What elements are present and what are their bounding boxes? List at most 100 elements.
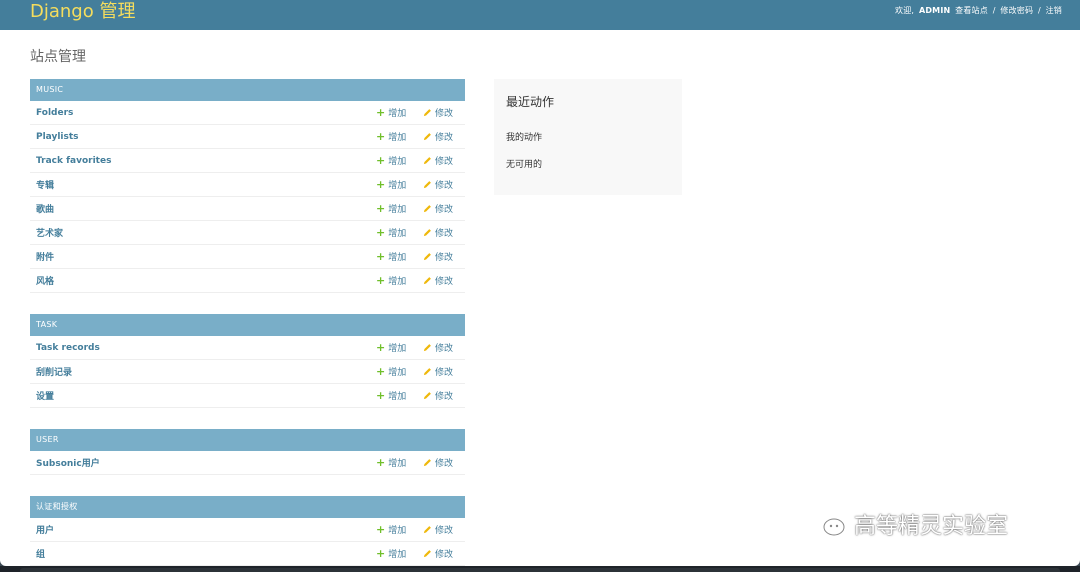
plus-icon: + <box>376 274 386 287</box>
user-tools: 欢迎, ADMIN 查看站点 / 修改密码 / 注销 <box>895 5 1062 16</box>
model-link[interactable]: Folders <box>30 108 376 118</box>
add-label: 增加 <box>388 526 407 536</box>
change-link[interactable]: 修改 <box>423 456 465 469</box>
separator: / <box>1037 5 1041 15</box>
model-link[interactable]: 刮削记录 <box>30 365 376 378</box>
change-link[interactable]: 修改 <box>423 154 465 167</box>
model-link[interactable]: 艺术家 <box>30 226 376 239</box>
change-label: 修改 <box>435 550 454 560</box>
add-label: 增加 <box>388 277 407 287</box>
app-module: USER Subsonic用户 + 增加 修改 <box>30 429 465 475</box>
change-link[interactable]: 修改 <box>423 523 465 536</box>
change-link[interactable]: 修改 <box>423 365 465 378</box>
pencil-icon <box>423 253 431 261</box>
change-link[interactable]: 修改 <box>423 547 465 560</box>
add-label: 增加 <box>388 392 407 402</box>
add-label: 增加 <box>388 157 407 167</box>
app-module: TASK Task records + 增加 修改 刮削记录 + 增加 修改 设置 + 增加 修改 <box>30 314 465 408</box>
change-link[interactable]: 修改 <box>423 130 465 143</box>
plus-icon: + <box>376 523 386 536</box>
change-link[interactable]: 修改 <box>423 178 465 191</box>
add-link[interactable]: + 增加 <box>376 250 423 263</box>
add-link[interactable]: + 增加 <box>376 341 423 354</box>
add-link[interactable]: + 增加 <box>376 365 423 378</box>
module-caption[interactable]: MUSIC <box>30 79 465 101</box>
change-link[interactable]: 修改 <box>423 106 465 119</box>
model-link[interactable]: 专辑 <box>30 178 376 191</box>
content: 站点管理 <box>0 46 1080 65</box>
module-caption[interactable]: 认证和授权 <box>30 496 465 518</box>
pencil-icon <box>423 205 431 213</box>
plus-icon: + <box>376 130 386 143</box>
add-link[interactable]: + 增加 <box>376 547 423 560</box>
add-link[interactable]: + 增加 <box>376 226 423 239</box>
dock-bar-inner <box>20 568 1060 572</box>
add-link[interactable]: + 增加 <box>376 178 423 191</box>
plus-icon: + <box>376 389 386 402</box>
model-link[interactable]: 设置 <box>30 389 376 402</box>
change-label: 修改 <box>435 253 454 263</box>
add-link[interactable]: + 增加 <box>376 106 423 119</box>
plus-icon: + <box>376 154 386 167</box>
model-row: Playlists + 增加 修改 <box>30 125 465 149</box>
pencil-icon <box>423 392 431 400</box>
module-caption[interactable]: TASK <box>30 314 465 336</box>
model-link[interactable]: 附件 <box>30 250 376 263</box>
model-link[interactable]: 用户 <box>30 523 376 536</box>
add-link[interactable]: + 增加 <box>376 202 423 215</box>
plus-icon: + <box>376 456 386 469</box>
add-link[interactable]: + 增加 <box>376 389 423 402</box>
add-label: 增加 <box>388 550 407 560</box>
pencil-icon <box>423 181 431 189</box>
plus-icon: + <box>376 106 386 119</box>
add-link[interactable]: + 增加 <box>376 274 423 287</box>
change-password-link[interactable]: 修改密码 <box>1000 6 1033 15</box>
logout-link[interactable]: 注销 <box>1046 6 1062 15</box>
page-title: 站点管理 <box>30 49 86 65</box>
model-row: 艺术家 + 增加 修改 <box>30 221 465 245</box>
add-link[interactable]: + 增加 <box>376 523 423 536</box>
change-label: 修改 <box>435 109 454 119</box>
app-module: MUSIC Folders + 增加 修改 Playlists + 增加 修改 Track fav… <box>30 79 465 293</box>
add-label: 增加 <box>388 344 407 354</box>
site-branding[interactable]: Django 管理 <box>30 0 135 23</box>
model-link[interactable]: Track favorites <box>30 156 376 166</box>
model-row: 风格 + 增加 修改 <box>30 269 465 293</box>
model-link[interactable]: Playlists <box>30 132 376 142</box>
recent-actions-title: 最近动作 <box>506 95 555 109</box>
model-row: 附件 + 增加 修改 <box>30 245 465 269</box>
change-link[interactable]: 修改 <box>423 389 465 402</box>
change-link[interactable]: 修改 <box>423 226 465 239</box>
model-row: 歌曲 + 增加 修改 <box>30 197 465 221</box>
user-name: ADMIN <box>918 5 951 15</box>
add-link[interactable]: + 增加 <box>376 154 423 167</box>
pencil-icon <box>423 157 431 165</box>
module-caption[interactable]: USER <box>30 429 465 451</box>
model-link[interactable]: Subsonic用户 <box>30 456 376 469</box>
welcome-text: 欢迎, <box>895 5 915 15</box>
model-row: Folders + 增加 修改 <box>30 101 465 125</box>
add-link[interactable]: + 增加 <box>376 456 423 469</box>
model-link[interactable]: Task records <box>30 343 376 353</box>
change-label: 修改 <box>435 392 454 402</box>
model-link[interactable]: 歌曲 <box>30 202 376 215</box>
dock-bar <box>0 566 1080 572</box>
model-link[interactable]: 组 <box>30 547 376 560</box>
plus-icon: + <box>376 365 386 378</box>
app-module: 认证和授权 用户 + 增加 修改组 + 增加 修改 <box>30 496 465 566</box>
view-site-link[interactable]: 查看站点 <box>955 6 988 15</box>
plus-icon: + <box>376 202 386 215</box>
add-label: 增加 <box>388 205 407 215</box>
add-link[interactable]: + 增加 <box>376 130 423 143</box>
change-link[interactable]: 修改 <box>423 202 465 215</box>
model-row: Track favorites + 增加 修改 <box>30 149 465 173</box>
change-link[interactable]: 修改 <box>423 274 465 287</box>
pencil-icon <box>423 277 431 285</box>
model-link[interactable]: 风格 <box>30 274 376 287</box>
add-label: 增加 <box>388 181 407 191</box>
change-label: 修改 <box>435 133 454 143</box>
change-link[interactable]: 修改 <box>423 341 465 354</box>
change-link[interactable]: 修改 <box>423 250 465 263</box>
add-label: 增加 <box>388 229 407 239</box>
pencil-icon <box>423 550 431 558</box>
